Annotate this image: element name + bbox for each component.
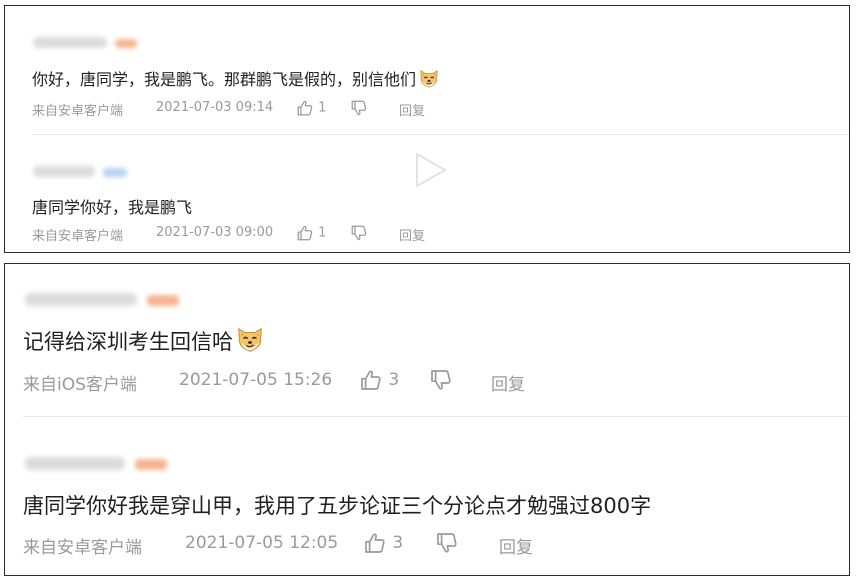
like-count: 1 [318,225,327,241]
comment-meta: 来自iOS客户端 2021-07-05 15:26 3 回复 [23,368,583,395]
thumb-up-icon [363,531,387,555]
thumb-down-icon [435,531,459,555]
thumb-up-icon [296,99,314,117]
username-blurred[interactable] [25,293,137,306]
bottom-comment-panel: 记得给深圳考生回信哈 来自iOS客户端 2021-07-05 15:26 3 回… [4,263,850,576]
like-button[interactable]: 1 [296,224,326,242]
reply-button[interactable]: 回复 [499,533,533,558]
thumb-down-icon [350,224,368,242]
like-button[interactable]: 3 [363,531,403,555]
reply-button[interactable]: 回复 [491,370,525,395]
username-blurred[interactable] [25,457,125,470]
thumb-down-icon [350,99,368,117]
comment-text: 记得给深圳考生回信哈 [23,326,265,358]
comment-divider [23,416,849,417]
comment-meta: 来自安卓客户端 2021-07-03 09:14 1 回复 [32,99,452,119]
level-badge [103,168,127,177]
source-label: 来自安卓客户端 [32,229,124,244]
username-blurred[interactable] [33,37,107,48]
thumb-up-icon [296,224,314,242]
comment-body: 唐同学你好我是穿山甲，我用了五步论证三个分论点才勉强过800字 [23,494,652,518]
comment-text: 你好，唐同学，我是鹏飞。那群鹏飞是假的，别信他们 [32,66,440,92]
comment-text: 唐同学你好，我是鹏飞 [32,194,192,218]
dislike-button[interactable] [429,368,453,392]
comment-divider [32,134,849,135]
like-count: 3 [388,370,400,390]
comment-body: 唐同学你好，我是鹏飞 [32,198,193,217]
smirking-dog-icon [235,325,265,355]
level-badge [135,459,167,470]
reply-button[interactable]: 回复 [399,225,425,244]
comment-meta: 来自安卓客户端 2021-07-05 12:05 3 回复 [23,531,583,558]
like-button[interactable]: 3 [359,368,399,392]
timestamp: 2021-07-05 15:26 [179,370,333,390]
thumb-down-icon [429,368,453,392]
reply-button[interactable]: 回复 [399,100,425,119]
level-badge [115,39,137,48]
like-count: 3 [392,533,404,553]
thumb-up-icon [359,368,383,392]
timestamp: 2021-07-03 09:00 [156,225,274,240]
level-badge [147,295,179,306]
timestamp: 2021-07-05 12:05 [185,533,339,553]
source-label: 来自iOS客户端 [23,375,137,395]
play-icon[interactable] [409,148,453,192]
smirking-dog-icon [418,68,440,90]
comment-body: 你好，唐同学，我是鹏飞。那群鹏飞是假的，别信他们 [32,70,417,89]
comment-meta: 来自安卓客户端 2021-07-03 09:00 1 回复 [32,224,452,244]
dislike-button[interactable] [350,224,368,242]
username-blurred[interactable] [33,166,95,177]
top-comment-panel: 你好，唐同学，我是鹏飞。那群鹏飞是假的，别信他们 来自安卓客户端 2021-07… [4,5,850,253]
comment-text: 唐同学你好我是穿山甲，我用了五步论证三个分论点才勉强过800字 [23,490,651,520]
like-button[interactable]: 1 [296,99,326,117]
source-label: 来自安卓客户端 [23,538,142,558]
timestamp: 2021-07-03 09:14 [156,100,274,115]
dislike-button[interactable] [350,99,368,117]
like-count: 1 [318,100,327,116]
comment-body: 记得给深圳考生回信哈 [23,330,233,354]
source-label: 来自安卓客户端 [32,104,124,119]
dislike-button[interactable] [435,531,459,555]
